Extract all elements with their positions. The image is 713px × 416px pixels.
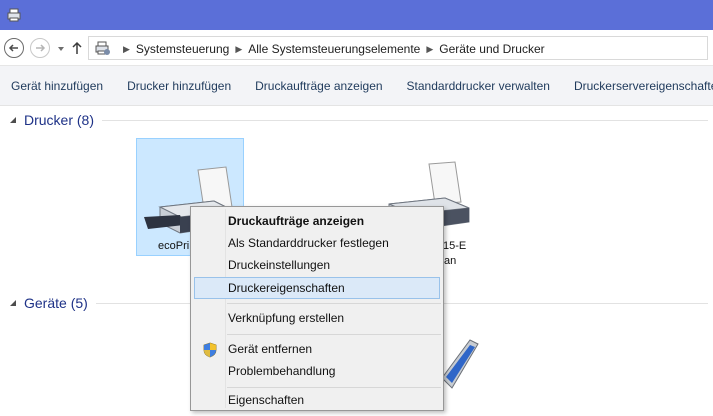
command-bar: Gerät hinzufügen Drucker hinzufügen Druc… [0, 66, 713, 106]
up-arrow-icon[interactable] [70, 40, 84, 56]
collapse-triangle-icon[interactable] [8, 115, 18, 125]
chevron-down-icon[interactable] [56, 44, 66, 54]
group-title: Geräte (5) [24, 295, 88, 311]
manage-default-printers-button[interactable]: Standarddrucker verwalten [395, 79, 562, 93]
menu-item-show-print-jobs[interactable]: Druckaufträge anzeigen [194, 211, 440, 233]
menu-separator [227, 387, 441, 388]
devices-printers-icon [95, 41, 110, 55]
group-title: Drucker (8) [24, 112, 95, 128]
breadcrumb-separator: ▶ [235, 43, 243, 54]
forward-button[interactable] [30, 38, 50, 58]
context-menu: Druckaufträge anzeigen Als Standarddruck… [190, 206, 444, 411]
back-arrow-icon [8, 44, 18, 52]
print-server-properties-button[interactable]: Druckerservereigenschaften [562, 79, 713, 93]
breadcrumb: ▶ Systemsteuerung ▶ Alle Systemsteuerung… [117, 41, 545, 57]
menu-item-set-default-printer[interactable]: Als Standarddrucker festlegen [194, 233, 440, 255]
printer-label: ecoPri [158, 240, 190, 252]
breadcrumb-item[interactable]: Systemsteuerung [136, 42, 229, 56]
navigation-bar: ▶ Systemsteuerung ▶ Alle Systemsteuerung… [0, 30, 713, 66]
menu-item-printing-preferences[interactable]: Druckeinstellungen [194, 255, 440, 277]
group-divider [102, 119, 708, 121]
menu-item-properties[interactable]: Eigenschaften [194, 390, 440, 412]
uac-shield-icon [203, 342, 217, 358]
address-bar[interactable]: ▶ Systemsteuerung ▶ Alle Systemsteuerung… [88, 36, 708, 60]
menu-item-create-shortcut[interactable]: Verknüpfung erstellen [194, 308, 440, 330]
printer-label-line2: an [444, 255, 457, 267]
back-button[interactable] [4, 38, 24, 58]
breadcrumb-item[interactable]: Alle Systemsteuerungselemente [248, 42, 420, 56]
breadcrumb-item[interactable]: Geräte und Drucker [439, 42, 544, 56]
see-print-jobs-button[interactable]: Druckaufträge anzeigen [243, 79, 394, 93]
menu-item-remove-device[interactable]: Gerät entfernen [194, 339, 440, 361]
breadcrumb-separator: ▶ [426, 43, 434, 54]
menu-item-printer-properties[interactable]: Druckereigenschaften [194, 277, 440, 299]
menu-separator [227, 334, 441, 335]
devices-printers-icon [7, 8, 21, 22]
add-printer-button[interactable]: Drucker hinzufügen [115, 79, 243, 93]
menu-item-troubleshoot[interactable]: Problembehandlung [194, 361, 440, 383]
collapse-triangle-icon[interactable] [8, 298, 18, 308]
breadcrumb-separator: ▶ [123, 43, 130, 54]
title-bar [0, 0, 713, 30]
menu-separator [227, 303, 441, 304]
menu-item-label: Gerät entfernen [228, 342, 313, 356]
printers-group-header[interactable]: Drucker (8) [8, 112, 708, 128]
forward-arrow-icon [36, 44, 46, 52]
printer-label: 15-E [443, 240, 467, 252]
add-device-button[interactable]: Gerät hinzufügen [0, 79, 115, 93]
